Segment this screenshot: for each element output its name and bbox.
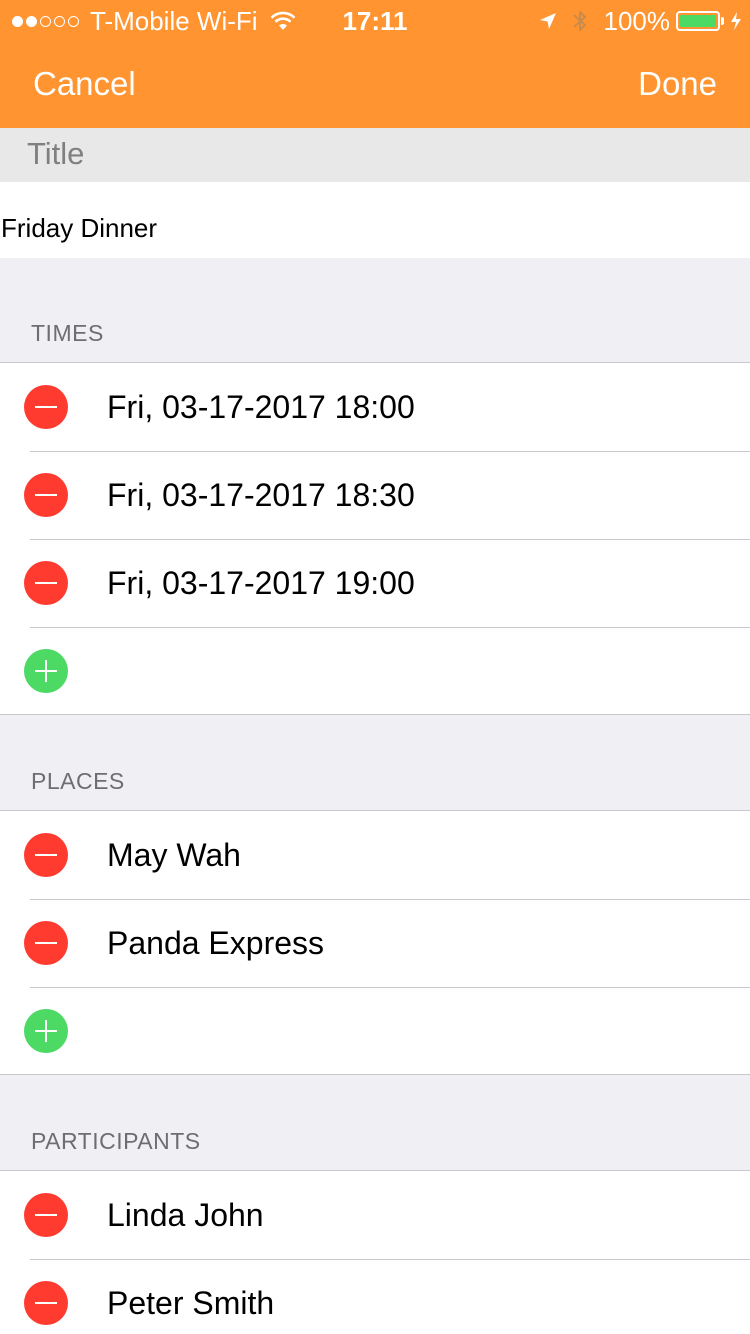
place-label: Panda Express xyxy=(107,925,325,961)
title-input[interactable]: Friday Dinner xyxy=(0,182,750,258)
done-button[interactable]: Done xyxy=(638,64,717,104)
nav-header: T-Mobile Wi-Fi 17:11 100% Cancel Done xyxy=(0,0,750,128)
add-time-button[interactable] xyxy=(24,649,68,693)
add-time-row xyxy=(0,627,750,715)
place-row: May Wah xyxy=(0,811,750,899)
participant-label: Peter Smith xyxy=(107,1285,275,1321)
minus-circle-icon xyxy=(35,494,57,496)
add-place-row xyxy=(0,987,750,1075)
participant-label: Linda John xyxy=(107,1197,264,1233)
place-row: Panda Express xyxy=(0,899,750,987)
participants-list: Linda John Peter Smith xyxy=(0,1170,750,1334)
participant-row: Linda John xyxy=(0,1171,750,1259)
title-label: Title xyxy=(0,128,750,182)
minus-circle-icon xyxy=(35,582,57,584)
minus-circle-icon xyxy=(35,1302,57,1304)
delete-place-button[interactable] xyxy=(24,921,68,965)
delete-time-button[interactable] xyxy=(24,473,68,517)
times-section-header: TIMES xyxy=(31,320,104,346)
time-label: Fri, 03-17-2017 19:00 xyxy=(107,565,415,601)
charging-bolt-icon xyxy=(731,12,741,30)
time-label: Fri, 03-17-2017 18:30 xyxy=(107,477,415,513)
time-label: Fri, 03-17-2017 18:00 xyxy=(107,389,415,425)
status-bar: T-Mobile Wi-Fi 17:11 100% xyxy=(0,0,750,40)
battery-percentage: 100% xyxy=(603,5,671,36)
minus-circle-icon xyxy=(35,854,57,856)
delete-place-button[interactable] xyxy=(24,833,68,877)
battery-cap xyxy=(721,17,724,25)
minus-circle-icon xyxy=(35,406,57,408)
time-row: Fri, 03-17-2017 19:00 xyxy=(0,539,750,627)
minus-circle-icon xyxy=(35,1214,57,1216)
delete-time-button[interactable] xyxy=(24,385,68,429)
delete-time-button[interactable] xyxy=(24,561,68,605)
participants-section-header: PARTICIPANTS xyxy=(31,1128,201,1154)
add-place-button[interactable] xyxy=(24,1009,68,1053)
times-list: Fri, 03-17-2017 18:00 Fri, 03-17-2017 18… xyxy=(0,362,750,715)
bluetooth-icon xyxy=(572,11,586,31)
minus-circle-icon xyxy=(35,942,57,944)
status-right: 100% xyxy=(538,6,743,36)
participant-row: Peter Smith xyxy=(0,1259,750,1334)
place-label: May Wah xyxy=(107,837,241,873)
time-row: Fri, 03-17-2017 18:00 xyxy=(0,363,750,451)
places-section-header: PLACES xyxy=(31,768,125,794)
cancel-button[interactable]: Cancel xyxy=(33,64,136,104)
battery-icon xyxy=(676,11,720,31)
delete-participant-button[interactable] xyxy=(24,1281,68,1325)
delete-participant-button[interactable] xyxy=(24,1193,68,1237)
app-screen: T-Mobile Wi-Fi 17:11 100% Cancel Done Ti… xyxy=(0,0,750,1334)
places-list: May Wah Panda Express xyxy=(0,810,750,1075)
battery-level-fill xyxy=(680,15,716,27)
location-arrow-icon xyxy=(539,13,556,29)
time-row: Fri, 03-17-2017 18:30 xyxy=(0,451,750,539)
